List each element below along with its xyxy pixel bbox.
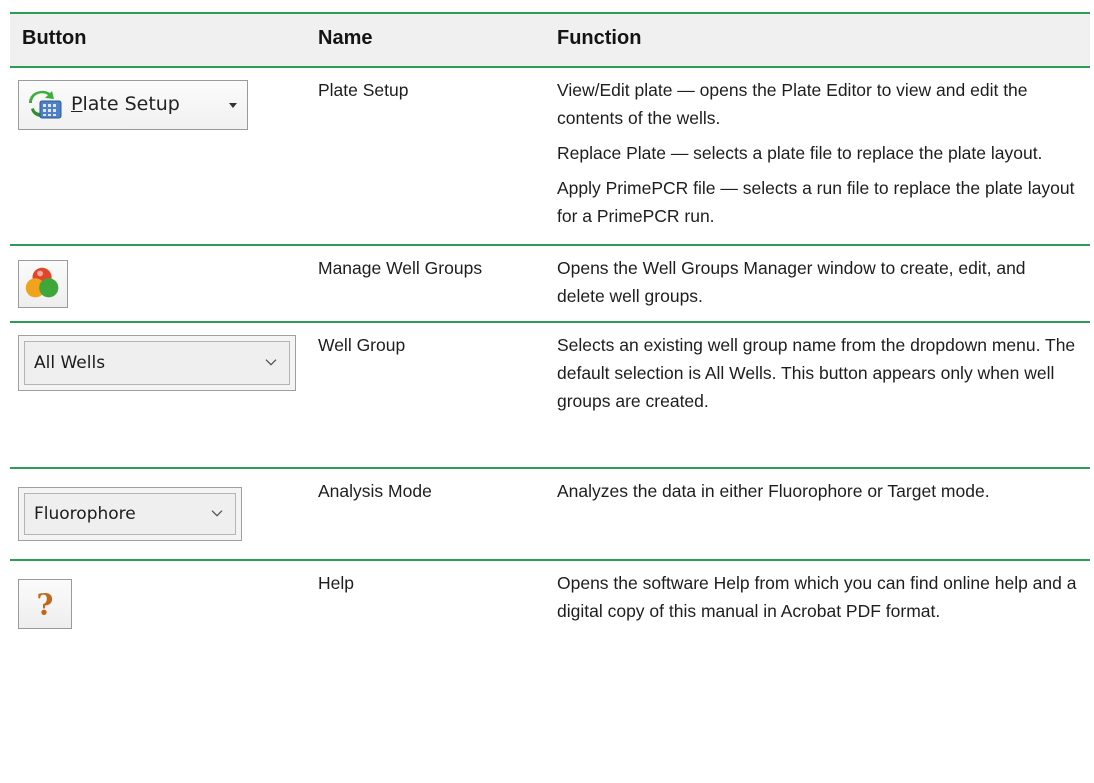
well-group-dropdown[interactable]: All Wells: [18, 335, 296, 391]
plate-setup-button[interactable]: Plate Setup: [18, 80, 248, 130]
table-row: ? Help Opens the software Help from whic…: [10, 559, 1090, 671]
well-group-selected: All Wells: [34, 353, 106, 373]
table-row: Manage Well Groups Opens the Well Groups…: [10, 244, 1090, 321]
function-text: Analyzes the data in either Fluorophore …: [557, 481, 990, 501]
table-row: All Wells Well Group Selects an existing…: [10, 321, 1090, 467]
function-view-edit: View/Edit plate — opens the Plate Editor…: [557, 80, 1028, 128]
function-apply-primepcr: Apply PrimePCR file — selects a run file…: [557, 178, 1075, 226]
function-text: Opens the Well Groups Manager window to …: [557, 258, 1026, 306]
header-function: Function: [557, 27, 642, 49]
row-function: View/Edit plate — opens the Plate Editor…: [557, 76, 1077, 237]
manage-well-groups-button[interactable]: [18, 260, 68, 308]
well-groups-icon: [25, 267, 59, 298]
plate-setup-label: Plate Setup: [71, 93, 180, 115]
help-button[interactable]: ?: [18, 579, 72, 629]
table-row: Plate Setup Plate Setup View/Edit plate …: [10, 66, 1090, 244]
row-name: Well Group: [318, 335, 406, 355]
function-text: Opens the software Help from which you c…: [557, 573, 1077, 621]
row-function: Analyzes the data in either Fluorophore …: [557, 477, 1077, 512]
row-name: Plate Setup: [318, 80, 409, 100]
table-header: Button Name Function: [10, 12, 1090, 66]
header-button: Button: [22, 27, 87, 49]
plate-setup-icon: [29, 90, 62, 119]
row-name: Analysis Mode: [318, 481, 432, 501]
chevron-down-icon: [265, 359, 277, 366]
analysis-mode-dropdown[interactable]: Fluorophore: [18, 487, 242, 541]
analysis-mode-selected: Fluorophore: [34, 504, 136, 524]
row-name: Manage Well Groups: [318, 258, 483, 278]
dropdown-arrow-icon: [229, 103, 237, 108]
row-function: Selects an existing well group name from…: [557, 331, 1077, 422]
row-name: Help: [318, 573, 354, 593]
button-reference-table: Button Name Function Plate Setup Plate S…: [10, 12, 1090, 671]
row-function: Opens the software Help from which you c…: [557, 569, 1077, 632]
svg-text:?: ?: [37, 588, 54, 622]
table-row: Fluorophore Analysis Mode Analyzes the d…: [10, 467, 1090, 559]
help-question-icon: ?: [37, 588, 54, 622]
header-name: Name: [318, 27, 373, 49]
chevron-down-icon: [211, 510, 223, 517]
function-text: Selects an existing well group name from…: [557, 335, 1076, 411]
row-function: Opens the Well Groups Manager window to …: [557, 254, 1077, 317]
function-replace-plate: Replace Plate — selects a plate file to …: [557, 143, 1043, 163]
